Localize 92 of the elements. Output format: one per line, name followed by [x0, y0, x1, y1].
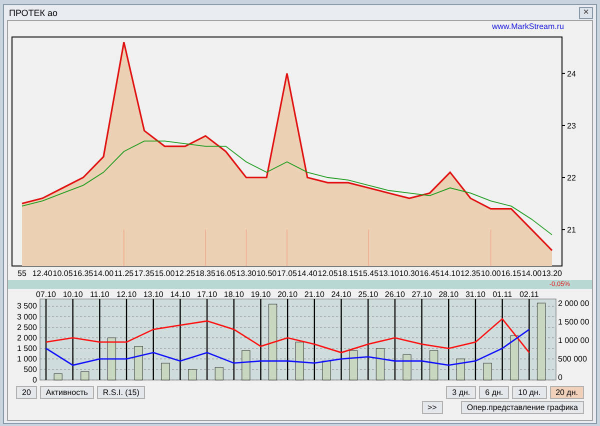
- volume-bar: [54, 373, 62, 380]
- period-button[interactable]: 20 дн.: [550, 386, 584, 399]
- volume-bar: [376, 348, 384, 380]
- axis-label: 18.10: [224, 290, 244, 299]
- axis-label: 13.10: [143, 290, 164, 299]
- chart-mode-button[interactable]: Опер.представление графика: [460, 401, 584, 414]
- volume-bar: [161, 362, 170, 380]
- axis-label: 0: [558, 373, 562, 382]
- axis-label: 55: [18, 269, 26, 278]
- axis-label: 27.10: [412, 290, 432, 299]
- volume-bar: [349, 350, 358, 380]
- indicator-button[interactable]: 20: [16, 386, 37, 399]
- axis-label: 14.10: [440, 269, 460, 278]
- indicator-button[interactable]: Активность: [40, 386, 94, 399]
- volume-bar: [295, 342, 304, 380]
- axis-label: 24.10: [331, 290, 352, 299]
- axis-label: 18.15: [338, 269, 358, 278]
- axis-label: 500: [24, 364, 37, 374]
- axis-label: 1 000: [16, 354, 37, 364]
- axis-label: 28.10: [438, 290, 459, 299]
- axis-label: 15.00: [154, 269, 175, 278]
- axis-label: 31.10: [465, 290, 486, 299]
- axis-label: 19.10: [250, 290, 271, 299]
- close-button[interactable]: ×: [579, 6, 593, 18]
- axis-label: 3 000: [16, 312, 37, 322]
- next-button[interactable]: >>: [422, 401, 443, 414]
- axis-label: 16.35: [73, 269, 94, 278]
- axis-label: 17.35: [134, 269, 154, 278]
- axis-label: 16.05: [216, 269, 236, 278]
- axis-label: 20.10: [278, 290, 298, 299]
- axis-label: 12.05: [318, 269, 338, 278]
- axis-label: 17.05: [276, 269, 298, 278]
- volume-bar: [188, 369, 197, 380]
- axis-label: 10.50: [256, 269, 277, 278]
- volume-bar: [402, 354, 412, 380]
- axis-label: 25.10: [358, 290, 378, 299]
- axis-label: 12.35: [460, 269, 480, 278]
- window-title: ПРОТЕК ао: [9, 8, 58, 18]
- period-button[interactable]: 6 дн.: [479, 386, 510, 399]
- axis-label: 0: [32, 376, 37, 384]
- axis-label: 22: [567, 174, 576, 183]
- axis-label: 17.10: [197, 290, 218, 299]
- axis-label: 13.10: [378, 269, 399, 278]
- axis-label: 12.40: [32, 269, 52, 278]
- axis-label: 1 500 00: [558, 318, 590, 326]
- period-button[interactable]: 3 дн.: [446, 386, 476, 399]
- axis-label: 26.10: [384, 290, 405, 299]
- axis-label: 11.25: [114, 269, 134, 278]
- axis-label: 07.10: [36, 290, 56, 299]
- volume-bar: [214, 367, 224, 380]
- volume-bar: [456, 358, 465, 380]
- axis-label: 16.15: [501, 269, 522, 278]
- axis-label: 02.11: [519, 290, 539, 299]
- axis-label: 21.10: [304, 290, 324, 299]
- volume-bar: [134, 346, 143, 380]
- axis-label: 24: [567, 69, 576, 78]
- period-button[interactable]: 10 дн.: [512, 386, 547, 399]
- website-link[interactable]: www.MarkStream.ru: [492, 22, 564, 34]
- axis-label: 2 000: [16, 333, 37, 342]
- axis-label: 23: [567, 121, 576, 130]
- volume-bar: [430, 350, 438, 380]
- axis-label: 11.10: [90, 290, 110, 299]
- axis-label: 01.11: [492, 290, 512, 299]
- volume-bar: [80, 371, 90, 380]
- axis-label: 13.30: [236, 269, 256, 278]
- axis-label: 14.40: [297, 269, 318, 278]
- volume-bar: [483, 362, 492, 380]
- axis-label: 21: [567, 226, 576, 235]
- axis-label: 18.35: [195, 269, 216, 278]
- volume-bar: [322, 360, 331, 380]
- axis-label: 14.00: [522, 269, 542, 278]
- axis-label: 12.25: [175, 269, 196, 278]
- axis-label: 10.00: [480, 269, 501, 278]
- axis-label: 10.05: [52, 269, 73, 278]
- axis-label: 10.10: [62, 290, 83, 299]
- axis-label: 10.30: [399, 269, 420, 278]
- volume-bar: [242, 350, 250, 380]
- volume-bar: [107, 338, 116, 380]
- axis-label: 1 500: [16, 344, 37, 353]
- axis-label: 2 000 00: [558, 299, 590, 308]
- axis-label: 15.45: [358, 269, 379, 278]
- axis-label: 16.45: [420, 269, 440, 278]
- axis-label: 12.10: [116, 290, 137, 299]
- axis-label: 500 000: [558, 354, 587, 364]
- volume-bar: [510, 335, 519, 380]
- axis-label: 3 500: [16, 302, 37, 311]
- axis-label: 14.10: [170, 290, 190, 299]
- indicator-button[interactable]: R.S.I. (15): [96, 386, 146, 399]
- axis-label: 13.20: [542, 269, 562, 278]
- axis-label: 1 000 00: [558, 336, 590, 345]
- axis-label: 2 500: [16, 322, 37, 332]
- axis-label: 14.00: [94, 269, 114, 278]
